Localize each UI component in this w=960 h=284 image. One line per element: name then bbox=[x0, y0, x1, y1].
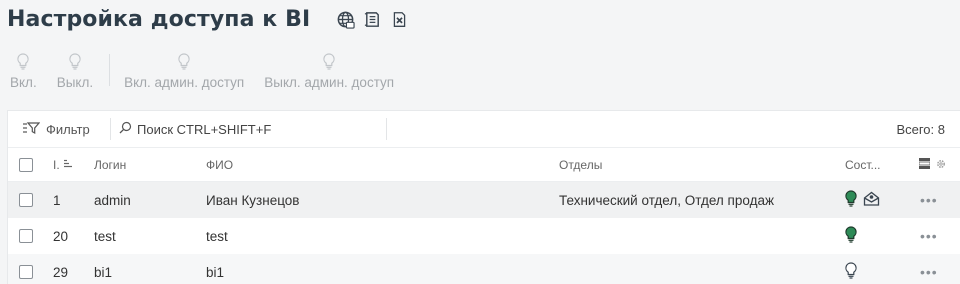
cell-login: test bbox=[94, 228, 116, 244]
toolbar-divider bbox=[109, 54, 111, 86]
page-title: Настройка доступа к BI bbox=[7, 6, 311, 32]
table-row[interactable]: 29 bi1 bi1 ••• bbox=[8, 254, 960, 284]
toolbar-separator bbox=[386, 118, 387, 140]
cell-login: admin bbox=[94, 192, 131, 208]
cell-state bbox=[845, 226, 857, 246]
table-row[interactable]: 1 admin Иван Кузнецов Технический отдел,… bbox=[8, 182, 960, 218]
cell-state bbox=[845, 262, 857, 282]
disable-button[interactable]: Выкл. bbox=[47, 48, 103, 90]
column-header-id[interactable]: I. bbox=[53, 158, 73, 172]
row-menu-button[interactable]: ••• bbox=[920, 228, 938, 244]
table-row[interactable]: 20 test test ••• bbox=[8, 218, 960, 254]
search-icon bbox=[119, 121, 132, 137]
filter-button[interactable]: Фильтр bbox=[8, 111, 110, 147]
enable-admin-access-label: Вкл. админ. доступ bbox=[124, 75, 245, 90]
grid-toolbar: Фильтр Всего: 8 bbox=[8, 111, 960, 148]
row-checkbox[interactable] bbox=[19, 229, 33, 243]
cell-fio: Иван Кузнецов bbox=[206, 192, 300, 208]
active-bulb-icon bbox=[845, 226, 857, 246]
column-header-departments[interactable]: Отделы bbox=[559, 158, 602, 172]
cell-id: 20 bbox=[53, 228, 69, 244]
cell-login: bi1 bbox=[94, 264, 113, 280]
bulb-icon bbox=[17, 48, 29, 70]
inactive-bulb-icon bbox=[845, 262, 857, 282]
active-bulb-icon bbox=[845, 190, 857, 210]
search-input[interactable] bbox=[137, 121, 377, 137]
cell-fio: bi1 bbox=[206, 264, 225, 280]
row-menu-button[interactable]: ••• bbox=[920, 264, 938, 280]
column-header-id-label: I. bbox=[53, 157, 60, 172]
gear-icon[interactable] bbox=[936, 158, 946, 172]
filter-icon bbox=[22, 121, 41, 138]
disable-admin-access-label: Выкл. админ. доступ bbox=[264, 75, 395, 90]
globe-icon[interactable] bbox=[334, 8, 356, 30]
cell-fio: test bbox=[206, 228, 228, 244]
cell-id: 29 bbox=[53, 264, 69, 280]
cell-id: 1 bbox=[53, 192, 61, 208]
bulb-icon bbox=[323, 48, 335, 70]
bulb-icon bbox=[69, 48, 81, 70]
row-menu-button[interactable]: ••• bbox=[920, 192, 938, 208]
grid-header: I. Логин ФИО Отделы Сост... bbox=[8, 148, 960, 182]
enable-button[interactable]: Вкл. bbox=[0, 48, 47, 90]
column-header-fio[interactable]: ФИО bbox=[206, 158, 233, 172]
column-settings[interactable] bbox=[918, 157, 946, 172]
action-toolbar: Вкл. Выкл. Вкл. админ. доступ Выкл. адми… bbox=[0, 48, 404, 96]
select-all-checkbox[interactable] bbox=[19, 157, 33, 172]
admin-access-icon bbox=[863, 191, 880, 209]
enable-admin-access-button[interactable]: Вкл. админ. доступ bbox=[114, 48, 254, 90]
cell-state bbox=[845, 190, 880, 210]
disable-button-label: Выкл. bbox=[56, 75, 94, 90]
bulb-icon bbox=[178, 48, 190, 70]
enable-button-label: Вкл. bbox=[10, 75, 37, 90]
column-header-login[interactable]: Логин bbox=[94, 158, 126, 172]
disable-admin-access-button[interactable]: Выкл. админ. доступ bbox=[254, 48, 404, 90]
users-grid: Фильтр Всего: 8 I. Логин ФИО Отделы Сост… bbox=[7, 110, 960, 284]
title-icons bbox=[334, 8, 410, 30]
columns-icon[interactable] bbox=[918, 157, 931, 172]
total-count: Всего: 8 bbox=[896, 121, 945, 137]
cell-departments: Технический отдел, Отдел продаж bbox=[559, 192, 774, 208]
document-list-icon[interactable] bbox=[361, 8, 383, 30]
sort-icon bbox=[63, 158, 73, 172]
row-checkbox[interactable] bbox=[19, 265, 33, 279]
filter-label: Фильтр bbox=[46, 121, 90, 137]
title-bar: Настройка доступа к BI bbox=[7, 4, 410, 34]
column-header-state[interactable]: Сост... bbox=[845, 158, 881, 172]
search-box[interactable] bbox=[111, 111, 386, 147]
row-checkbox[interactable] bbox=[19, 193, 33, 207]
excel-export-icon[interactable] bbox=[388, 8, 410, 30]
